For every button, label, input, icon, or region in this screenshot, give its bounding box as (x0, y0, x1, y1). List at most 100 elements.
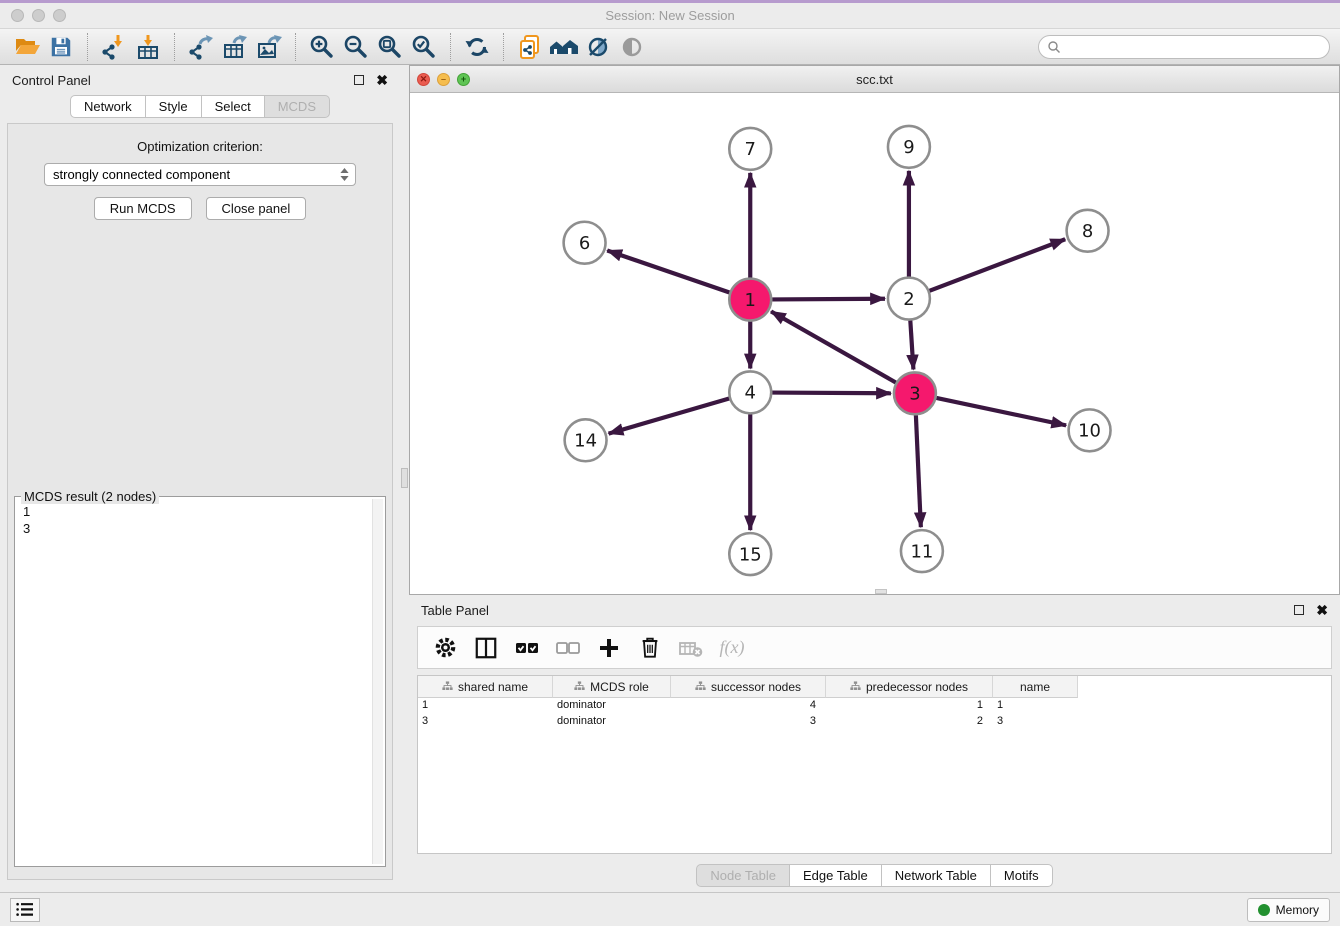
dropdown-stepper-icon (338, 168, 351, 181)
export-image-icon[interactable] (252, 32, 286, 62)
graph-node-9[interactable]: 9 (888, 126, 930, 168)
graph-node-label: 15 (739, 544, 762, 565)
select-all-icon[interactable] (512, 633, 542, 663)
graph-node-label: 6 (579, 233, 590, 254)
table-cell[interactable]: 4 (671, 698, 826, 714)
zoom-selected-icon[interactable] (407, 32, 441, 62)
graph-node-1[interactable]: 1 (729, 279, 771, 321)
main-toolbar (0, 28, 1340, 65)
table-cell[interactable]: 1 (993, 698, 1078, 714)
refresh-icon[interactable] (460, 32, 494, 62)
table-cell[interactable]: 1 (418, 698, 553, 714)
graph-node-10[interactable]: 10 (1069, 409, 1111, 451)
import-network-icon[interactable] (97, 32, 131, 62)
import-table-icon[interactable] (131, 32, 165, 62)
column-header-predecessor-nodes[interactable]: predecessor nodes (826, 676, 993, 698)
graph-edge-2-3[interactable] (910, 321, 913, 370)
table-cell[interactable]: dominator (553, 698, 671, 714)
network-canvas[interactable]: 7 9 6 8 1 2 4 3 14 10 15 11 (410, 93, 1339, 594)
graph-edge-3-10[interactable] (936, 398, 1066, 425)
graph[interactable]: 7 9 6 8 1 2 4 3 14 10 15 11 (410, 93, 1339, 594)
graph-edge-1-6[interactable] (607, 250, 729, 292)
close-panel-button[interactable]: Close panel (206, 197, 307, 220)
node-table: shared name MCDS role successor nodes prede… (417, 675, 1332, 854)
table-cell[interactable]: 2 (826, 714, 993, 730)
criterion-dropdown[interactable]: strongly connected component (44, 163, 356, 186)
graph-node-15[interactable]: 15 (729, 533, 771, 575)
graph-edge-2-8[interactable] (929, 239, 1065, 291)
table-cell[interactable]: 3 (671, 714, 826, 730)
zoom-in-icon[interactable] (305, 32, 339, 62)
memory-button[interactable]: Memory (1247, 898, 1330, 922)
hide-graphics-details-icon[interactable] (581, 32, 615, 62)
home-layout-icon[interactable] (547, 32, 581, 62)
column-label: shared name (458, 680, 528, 694)
add-row-icon[interactable] (594, 633, 624, 663)
horizontal-split-handle[interactable] (875, 589, 887, 594)
column-header-name[interactable]: name (993, 676, 1078, 698)
delete-row-icon[interactable] (635, 633, 665, 663)
zoom-out-icon[interactable] (339, 32, 373, 62)
tab-network[interactable]: Network (70, 95, 146, 118)
close-panel-icon[interactable]: ✖ (376, 73, 388, 87)
table-tab-edge-table[interactable]: Edge Table (790, 864, 882, 887)
graph-node-6[interactable]: 6 (564, 222, 606, 264)
graph-edge-3-1[interactable] (771, 311, 896, 382)
graph-node-2[interactable]: 2 (888, 278, 930, 320)
close-table-panel-icon[interactable]: ✖ (1316, 603, 1328, 617)
graph-node-4[interactable]: 4 (729, 371, 771, 413)
graph-node-7[interactable]: 7 (729, 128, 771, 170)
task-history-button[interactable] (10, 898, 40, 922)
graph-node-8[interactable]: 8 (1067, 210, 1109, 252)
panel-split-divider[interactable] (400, 65, 409, 892)
open-session-icon[interactable] (10, 32, 44, 62)
tab-select[interactable]: Select (202, 95, 265, 118)
column-header-MCDS-role[interactable]: MCDS role (553, 676, 671, 698)
fx-label: f(x) (720, 637, 745, 658)
search-input[interactable] (1066, 40, 1321, 54)
table-tab-network-table[interactable]: Network Table (882, 864, 991, 887)
search-box[interactable] (1038, 35, 1330, 59)
function-builder-icon: f(x) (717, 633, 747, 663)
zoom-fit-icon[interactable] (373, 32, 407, 62)
settings-gear-icon[interactable] (430, 633, 460, 663)
save-session-icon[interactable] (44, 32, 78, 62)
table-tab-node-table[interactable]: Node Table (696, 864, 790, 887)
export-network-icon[interactable] (184, 32, 218, 62)
float-table-panel-icon[interactable] (1294, 605, 1304, 615)
table-tabs: Node TableEdge TableNetwork TableMotifs (409, 864, 1340, 887)
column-label: successor nodes (711, 680, 801, 694)
table-cell[interactable]: 3 (418, 714, 553, 730)
run-mcds-button[interactable]: Run MCDS (94, 197, 192, 220)
table-tab-motifs[interactable]: Motifs (991, 864, 1053, 887)
duplicate-network-icon[interactable] (513, 32, 547, 62)
graph-node-label: 14 (574, 431, 597, 452)
graph-node-14[interactable]: 14 (565, 419, 607, 461)
float-panel-icon[interactable] (354, 75, 364, 85)
column-header-successor-nodes[interactable]: successor nodes (671, 676, 826, 698)
export-table-icon[interactable] (218, 32, 252, 62)
delete-table-icon (676, 633, 706, 663)
deselect-all-icon[interactable] (553, 633, 583, 663)
tab-mcds[interactable]: MCDS (265, 95, 330, 118)
table-cell[interactable]: 3 (993, 714, 1078, 730)
network-window-titlebar: scc.txt ✕ – + (410, 66, 1339, 93)
table-cell[interactable]: 1 (826, 698, 993, 714)
table-row[interactable]: 1dominator411 (418, 698, 1331, 714)
result-scrollbar[interactable] (372, 499, 383, 864)
birds-eye-view-icon[interactable] (615, 32, 649, 62)
graph-node-3[interactable]: 3 (894, 372, 936, 414)
tab-style[interactable]: Style (146, 95, 202, 118)
column-header-shared-name[interactable]: shared name (418, 676, 553, 698)
graph-edge-1-2[interactable] (772, 299, 885, 300)
table-cell[interactable]: dominator (553, 714, 671, 730)
split-handle[interactable] (401, 468, 408, 488)
column-label: predecessor nodes (866, 680, 968, 694)
graph-edge-4-14[interactable] (609, 399, 730, 434)
show-columns-icon[interactable] (471, 633, 501, 663)
graph-edge-3-11[interactable] (916, 415, 921, 527)
table-header-row: shared name MCDS role successor nodes prede… (418, 676, 1331, 698)
table-row[interactable]: 3dominator323 (418, 714, 1331, 730)
graph-edge-4-3[interactable] (772, 393, 891, 394)
graph-node-11[interactable]: 11 (901, 530, 943, 572)
